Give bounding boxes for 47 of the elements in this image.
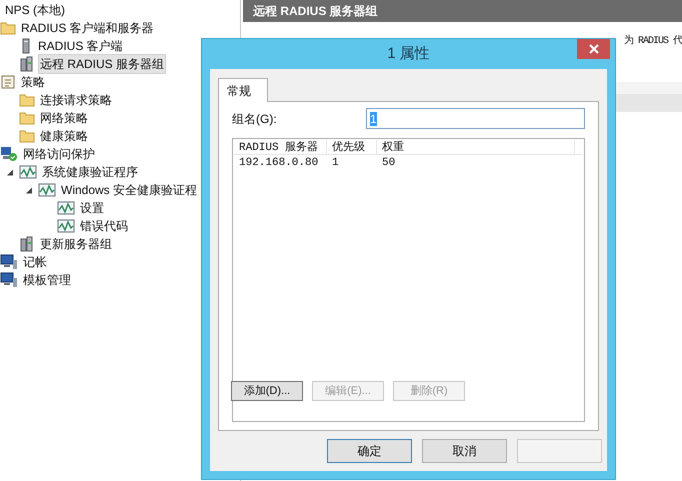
tree-item[interactable]: 系统健康验证程序 <box>40 162 140 182</box>
group-name-label: 组名(G): <box>232 110 278 128</box>
description-text: 为 RADIUS 代 <box>624 34 682 49</box>
close-icon <box>588 44 598 54</box>
tab[interactable]: 常规 <box>218 78 268 102</box>
table-cell-text: 50 <box>381 156 396 172</box>
tree-item[interactable]: 健康策略 <box>38 126 90 146</box>
folder-icon <box>19 129 35 143</box>
list-action-button[interactable]: 添加(D)... <box>231 381 303 401</box>
folder-icon <box>19 111 35 125</box>
chart-icon <box>57 219 75 233</box>
computer-icon <box>0 254 18 270</box>
close-button[interactable] <box>577 39 610 59</box>
tree-item[interactable]: RADIUS 客户端和服务器 <box>19 18 156 38</box>
tree-item[interactable]: 记帐 <box>21 252 49 272</box>
tree-item[interactable]: 更新服务器组 <box>38 234 114 254</box>
chart-icon <box>57 201 75 215</box>
tree-item[interactable]: 模板管理 <box>21 270 73 290</box>
tree-item[interactable]: Windows 安全健康验证程 <box>59 180 200 200</box>
column-header[interactable]: 权重 <box>377 140 575 154</box>
tree-item[interactable]: 网络访问保护 <box>21 144 97 164</box>
table-cell-text: 192.168.0.80 <box>238 156 320 172</box>
expander-icon[interactable] <box>26 186 33 194</box>
computer-icon <box>0 272 18 288</box>
column-header[interactable]: 优先级 <box>327 140 377 154</box>
chart-icon <box>19 165 37 179</box>
folder-icon <box>19 93 35 107</box>
tree-item[interactable]: 错误代码 <box>78 216 130 236</box>
tree-item[interactable]: 策略 <box>19 72 47 92</box>
panel-header: 远程 RADIUS 服务器组 <box>243 0 682 22</box>
tree-item[interactable]: 远程 RADIUS 服务器组 <box>38 54 166 74</box>
tree-item[interactable]: 设置 <box>78 198 106 218</box>
tree-item[interactable]: 连接请求策略 <box>38 90 114 110</box>
dialog-button[interactable]: 取消 <box>422 439 507 463</box>
folder-icon <box>0 21 16 35</box>
tree-item[interactable]: NPS (本地) <box>3 0 67 20</box>
chart-icon <box>38 183 56 197</box>
dialog-title: 1 属性 <box>387 44 430 64</box>
column-header[interactable]: RADIUS 服务器 <box>234 140 327 154</box>
dialog-button[interactable]: 确定 <box>327 439 412 463</box>
expander-icon[interactable] <box>7 168 14 176</box>
scroll-icon <box>0 74 16 90</box>
table-cell-text: 1 <box>331 156 340 172</box>
tree-item[interactable]: 网络策略 <box>38 108 90 128</box>
servers-icon <box>19 236 35 252</box>
servers-icon <box>19 56 35 72</box>
tree-item[interactable]: RADIUS 客户端 <box>36 36 125 56</box>
